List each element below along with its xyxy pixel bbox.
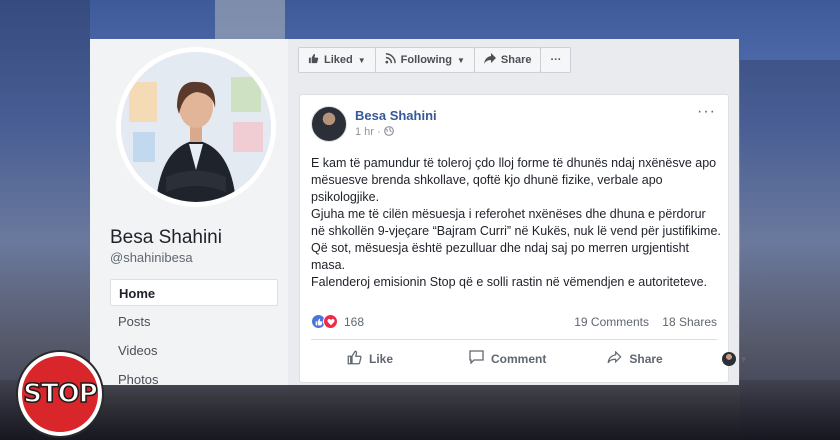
post-author-name[interactable]: Besa Shahini: [355, 108, 437, 123]
separator-dot: ·: [377, 126, 384, 138]
like-label: Like: [369, 352, 394, 366]
share-label: Share: [629, 352, 663, 366]
chevron-down-icon: ▼: [739, 354, 748, 364]
audience-selector[interactable]: ▼: [721, 352, 748, 366]
comment-label: Comment: [491, 352, 547, 366]
chevron-down-icon: ▼: [357, 55, 366, 65]
post-card: Besa Shahini 1 hr · ··· E kam të pamundu…: [299, 94, 748, 383]
post-action-bar: Like Comment Share ▼: [311, 343, 748, 375]
profile-nav: Home Posts Videos Photos: [110, 279, 278, 385]
post-text: E kam të pamundur të toleroj çdo lloj fo…: [311, 155, 721, 291]
thumbs-up-icon: [347, 350, 362, 369]
more-icon: ···: [550, 54, 562, 66]
chevron-down-icon: ▼: [456, 55, 465, 65]
more-options-button[interactable]: ···: [540, 47, 572, 73]
thumbs-up-icon: [308, 53, 319, 67]
rss-icon: [385, 53, 396, 67]
following-label: Following: [400, 54, 452, 66]
reaction-count: 168: [344, 314, 365, 329]
post-time: 1 hr: [355, 126, 374, 138]
comment-icon: [469, 350, 484, 368]
comment-button[interactable]: Comment: [469, 350, 546, 368]
shares-count[interactable]: 18 Shares: [662, 315, 717, 329]
share-arrow-icon: [483, 53, 496, 67]
post-paragraph: E kam të pamundur të toleroj çdo lloj fo…: [311, 156, 717, 204]
following-button[interactable]: Following ▼: [374, 47, 475, 73]
globe-icon: [383, 126, 394, 138]
share-button[interactable]: Share: [607, 350, 663, 368]
post-author-avatar[interactable]: [311, 106, 347, 142]
reaction-summary[interactable]: 168: [311, 314, 364, 329]
post-timestamp[interactable]: 1 hr ·: [355, 126, 394, 138]
nav-item-home[interactable]: Home: [110, 279, 278, 306]
liked-label: Liked: [324, 54, 353, 66]
nav-item-videos[interactable]: Videos: [110, 337, 278, 364]
divider: [311, 339, 717, 340]
profile-name[interactable]: Besa Shahini: [110, 227, 222, 249]
main-content: Liked ▼ Following ▼ Share ··· Besa Shahi…: [288, 39, 748, 385]
post-paragraph: Që sot, mësuesja është pezulluar dhe nda…: [311, 241, 689, 272]
post-paragraph: Falenderoj emisionin Stop që e solli ras…: [311, 275, 708, 289]
profile-handle[interactable]: @shahinibesa: [110, 250, 193, 265]
liked-button[interactable]: Liked ▼: [298, 47, 376, 73]
nav-item-photos[interactable]: Photos: [110, 366, 278, 385]
background-street: [0, 380, 840, 440]
share-page-label: Share: [500, 54, 532, 66]
profile-sidebar: Besa Shahini @shahinibesa Home Posts Vid…: [90, 39, 288, 385]
comments-count[interactable]: 19 Comments: [574, 315, 649, 329]
background-tower: [215, 0, 285, 40]
stop-logo: STOP: [18, 352, 102, 436]
like-button[interactable]: Like: [347, 350, 393, 369]
post-stats: 19 Comments 18 Shares: [574, 315, 717, 329]
avatar: [721, 352, 736, 366]
share-page-button[interactable]: Share: [473, 47, 542, 73]
share-arrow-icon: [607, 350, 622, 368]
nav-item-posts[interactable]: Posts: [110, 308, 278, 335]
love-reaction-icon: [323, 314, 338, 329]
post-paragraph: Gjuha me të cilën mësuesja i referohet n…: [311, 207, 721, 238]
profile-photo: [121, 52, 271, 202]
page-action-bar: Liked ▼ Following ▼ Share ···: [298, 47, 572, 73]
stop-logo-text: STOP: [22, 378, 98, 410]
post-more-button[interactable]: ···: [697, 103, 716, 121]
profile-avatar[interactable]: [116, 47, 276, 207]
